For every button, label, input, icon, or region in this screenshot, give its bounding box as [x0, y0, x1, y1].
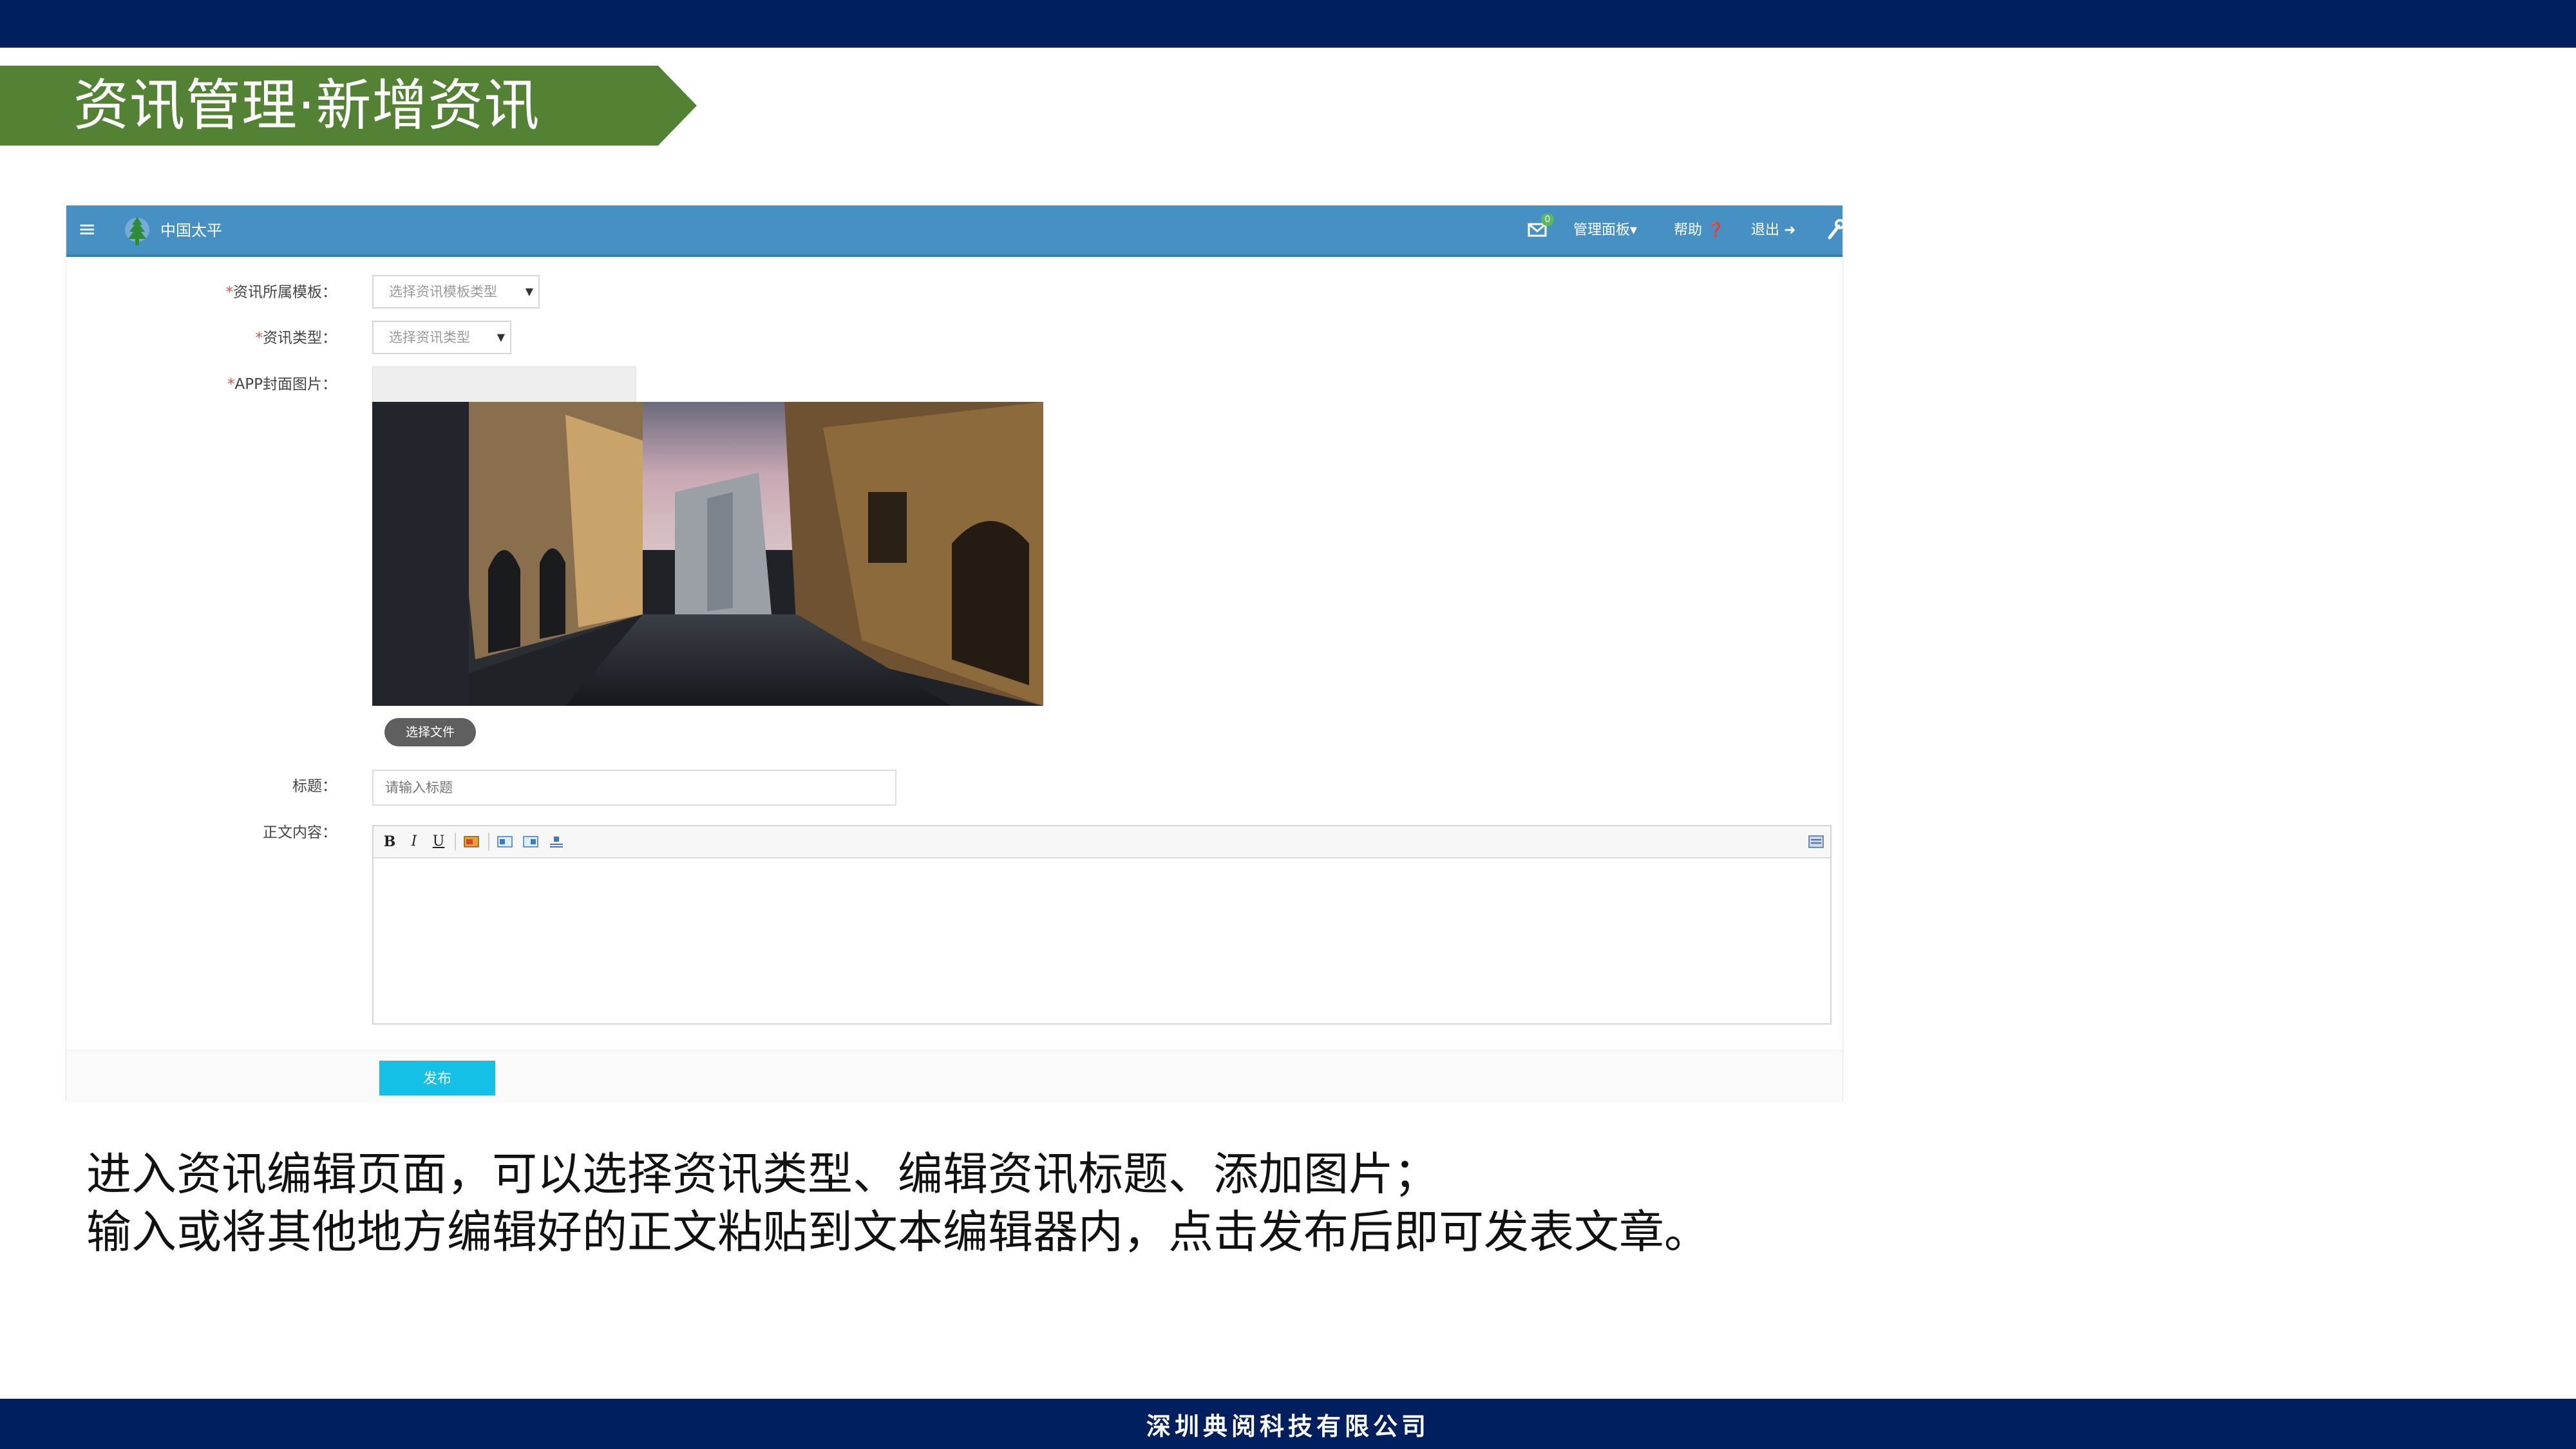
underline-button[interactable]: U — [430, 833, 447, 851]
footer-company: 深圳典阅科技有限公司 — [0, 1399, 2576, 1449]
app-screenshot: ≡ 中国太平 0 管理面板▾ 帮助 ❓ 退出 ➜ *资讯所属模板： 选择资讯模板… — [66, 205, 1845, 1103]
fullscreen-icon[interactable] — [1808, 835, 1824, 848]
admin-panel-menu[interactable]: 管理面板▾ — [1573, 220, 1637, 242]
form-footer — [66, 1050, 1842, 1103]
align-center-icon[interactable] — [549, 835, 564, 848]
cover-preview-box — [372, 366, 636, 402]
editor-content-area[interactable] — [374, 860, 1830, 1021]
cover-label: *APP封面图片： — [227, 376, 337, 393]
bold-button[interactable]: B — [381, 833, 398, 851]
content-label: 正文内容： — [263, 824, 337, 841]
tree-logo-icon — [125, 217, 149, 245]
app-header: ≡ 中国太平 0 管理面板▾ 帮助 ❓ 退出 ➜ — [66, 205, 1845, 257]
align-right-icon[interactable] — [523, 835, 538, 848]
mail-badge: 0 — [1541, 213, 1554, 226]
type-select[interactable]: 选择资讯类型 ▼ — [372, 321, 511, 354]
hamburger-icon[interactable]: ≡ — [78, 218, 97, 240]
title-input[interactable] — [372, 770, 896, 806]
toolbar-separator — [488, 833, 489, 851]
publish-button[interactable]: 发布 — [379, 1061, 495, 1095]
description-line-1: 进入资讯编辑页面，可以选择资讯类型、编辑资讯标题、添加图片； — [86, 1148, 1439, 1200]
wrench-icon[interactable] — [1826, 218, 1845, 242]
cover-image — [372, 402, 1043, 706]
brand-name: 中国太平 — [160, 222, 222, 240]
template-select[interactable]: 选择资讯模板类型 ▼ — [372, 275, 540, 308]
toolbar-separator — [455, 833, 456, 851]
insert-image-icon[interactable] — [464, 835, 479, 848]
description-line-2: 输入或将其他地方编辑好的正文粘贴到文本编辑器内，点击发布后即可发表文章。 — [86, 1206, 1709, 1258]
rich-text-editor: B I U — [372, 825, 1832, 1025]
logout-link[interactable]: 退出 ➜ — [1751, 220, 1795, 242]
top-bar — [0, 0, 2576, 48]
title-label: 标题： — [292, 778, 337, 795]
type-label: *资讯类型： — [255, 330, 337, 346]
choose-file-button[interactable]: 选择文件 — [384, 718, 476, 746]
italic-button[interactable]: I — [406, 833, 422, 851]
help-link[interactable]: 帮助 ❓ — [1674, 220, 1724, 242]
slide-title: 资讯管理·新增资讯 — [73, 73, 540, 138]
editor-toolbar: B I U — [374, 826, 1830, 858]
template-label: *资讯所属模板： — [225, 284, 337, 301]
align-left-icon[interactable] — [497, 835, 513, 848]
